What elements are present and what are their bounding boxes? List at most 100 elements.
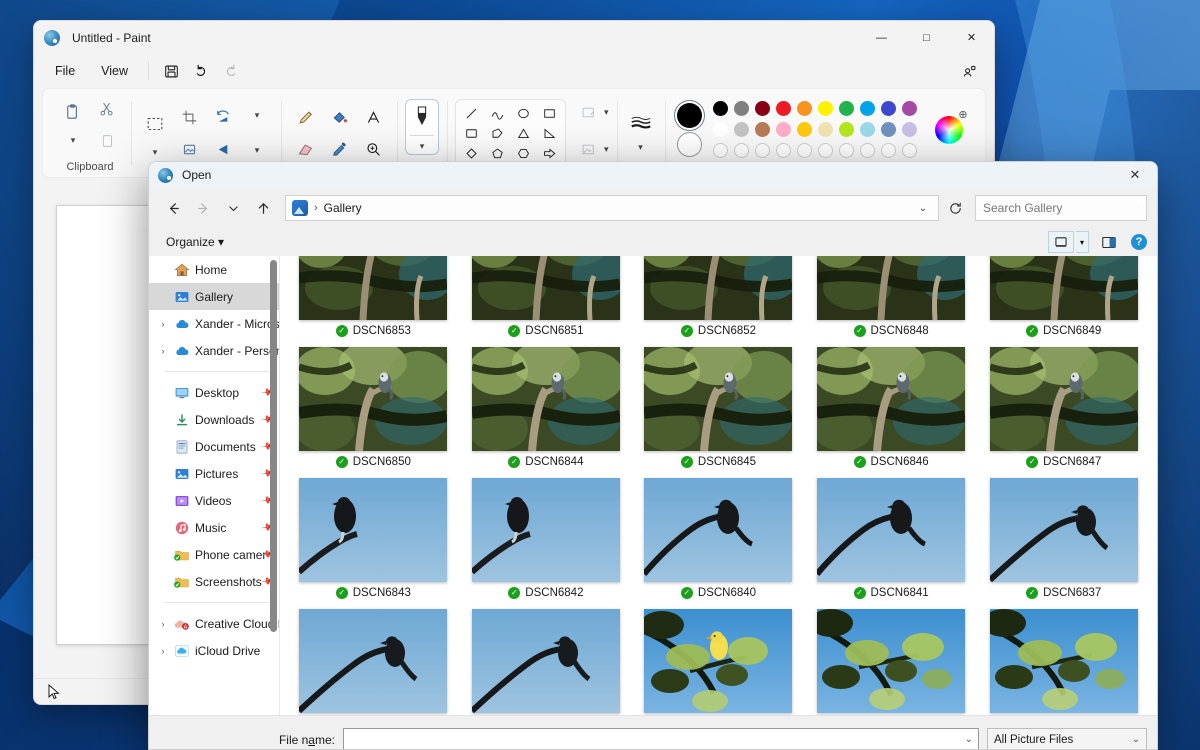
file-thumbnail[interactable]: [644, 478, 793, 582]
view-layout-icon[interactable]: [1047, 231, 1074, 253]
file-thumbnail[interactable]: [989, 609, 1138, 713]
address-chevron-down-icon[interactable]: ⌄: [914, 203, 932, 214]
forward-button[interactable]: [189, 195, 217, 221]
maximize-button[interactable]: □: [904, 21, 949, 54]
file-item[interactable]: ✓ DSCN6841: [808, 474, 975, 605]
filename-chevron-down-icon[interactable]: ⌄: [965, 734, 973, 745]
sidebar-item-videos[interactable]: ›Videos📌: [149, 487, 279, 514]
file-thumbnail[interactable]: [471, 478, 620, 582]
shape-pentagon[interactable]: [489, 146, 506, 161]
palette-swatch-r2-c8[interactable]: [859, 122, 875, 137]
file-item[interactable]: ✓ DSCN6851: [463, 256, 630, 343]
primary-color-swatch[interactable]: [676, 103, 702, 128]
shape-diamond[interactable]: [463, 146, 480, 161]
file-item[interactable]: ✓ DSCN6846: [808, 343, 975, 474]
fill-bucket-icon[interactable]: [323, 102, 355, 133]
file-item[interactable]: ✓ DSCN6852: [635, 256, 802, 343]
palette-swatch-r1-c2[interactable]: [733, 101, 749, 116]
search-magnifier-icon[interactable]: [1138, 201, 1139, 215]
palette-swatch-r3-c5[interactable]: [796, 143, 812, 158]
file-thumbnail[interactable]: [817, 609, 966, 713]
file-item[interactable]: ✓ DSCN6847: [980, 343, 1147, 474]
fill-style-dropdown[interactable]: ▾: [604, 144, 609, 155]
file-thumbnail[interactable]: [644, 609, 793, 713]
file-item[interactable]: ✓ DSCN6853: [290, 256, 457, 343]
palette-swatch-r3-c7[interactable]: [838, 143, 854, 158]
address-bar[interactable]: › Gallery ⌄: [285, 195, 939, 221]
file-thumbnail[interactable]: [471, 609, 620, 713]
palette-swatch-r2-c7[interactable]: [838, 122, 854, 137]
sidebar-item-icloud-drive[interactable]: › iCloud Drive: [149, 637, 279, 664]
breadcrumb-gallery[interactable]: Gallery: [324, 201, 362, 215]
palette-swatch-r1-c6[interactable]: [817, 101, 833, 116]
shape-line[interactable]: [463, 106, 480, 121]
file-item[interactable]: ✓DSCN6838: [290, 605, 457, 715]
sidebar-item-screenshots[interactable]: ›Screenshots📌: [149, 568, 279, 595]
palette-swatch-r3-c10[interactable]: [901, 143, 917, 158]
palette-swatch-r1-c3[interactable]: [754, 101, 770, 116]
file-thumbnail[interactable]: [817, 478, 966, 582]
file-thumbnail[interactable]: [299, 256, 448, 320]
palette-swatch-r2-c1[interactable]: [712, 122, 728, 137]
copy-icon[interactable]: [91, 125, 123, 156]
filename-input-wrap[interactable]: ⌄: [343, 728, 979, 749]
file-item[interactable]: ✓ DSCN6849: [980, 256, 1147, 343]
search-box[interactable]: [975, 195, 1147, 221]
brushes-icon[interactable]: ▾: [405, 99, 439, 155]
palette-swatch-r3-c6[interactable]: [817, 143, 833, 158]
undo-arrow-icon[interactable]: [186, 58, 216, 84]
sidebar-scrollbar-thumb[interactable]: [270, 260, 277, 632]
close-button[interactable]: ✕: [949, 21, 994, 54]
sidebar-item-creative-cloud-f[interactable]: › A Creative Cloud F: [149, 610, 280, 637]
paste-icon[interactable]: [57, 93, 89, 131]
menu-view[interactable]: View: [88, 59, 141, 83]
dialog-close-button[interactable]: ✕: [1113, 162, 1157, 188]
sidebar-item-phone-camer[interactable]: ›Phone camer📌: [149, 541, 279, 568]
paste-dropdown[interactable]: ▾: [57, 132, 89, 149]
file-thumbnail[interactable]: [644, 347, 793, 451]
shape-triangle[interactable]: [515, 126, 532, 141]
pencil-icon[interactable]: [289, 102, 321, 133]
file-item[interactable]: ✓DSCN6833: [808, 605, 975, 715]
shape-polygon[interactable]: [489, 126, 506, 141]
back-button[interactable]: [159, 195, 187, 221]
file-thumbnail[interactable]: [299, 347, 448, 451]
rotate-dropdown[interactable]: ▾: [241, 100, 273, 131]
file-item[interactable]: ✓ DSCN6842: [463, 474, 630, 605]
file-item[interactable]: ✓ DSCN6843: [290, 474, 457, 605]
size-dropdown[interactable]: ▾: [638, 142, 643, 153]
shape-rectangle[interactable]: [541, 106, 558, 121]
file-thumbnail[interactable]: [299, 478, 448, 582]
palette-swatch-r2-c4[interactable]: [775, 122, 791, 137]
shape-right-triangle[interactable]: [541, 126, 558, 141]
palette-swatch-r1-c5[interactable]: [796, 101, 812, 116]
sidebar-item-documents[interactable]: ›Documents📌: [149, 433, 279, 460]
outline-icon[interactable]: [572, 97, 604, 128]
palette-swatch-r3-c3[interactable]: [754, 143, 770, 158]
crop-icon[interactable]: [173, 102, 205, 133]
cut-scissors-icon[interactable]: [91, 93, 123, 124]
sidebar-item-pictures[interactable]: ›Pictures📌: [149, 460, 279, 487]
palette-swatch-r1-c9[interactable]: [880, 101, 896, 116]
rotate-icon[interactable]: [207, 102, 239, 133]
file-thumbnail[interactable]: [299, 609, 448, 713]
save-floppy-icon[interactable]: [156, 58, 186, 84]
file-item[interactable]: ✓ DSCN6840: [635, 474, 802, 605]
select-rectangle-icon[interactable]: [139, 105, 171, 143]
chevron-right-icon[interactable]: ›: [157, 319, 169, 329]
recent-locations-button[interactable]: [219, 195, 247, 221]
palette-swatch-r3-c1[interactable]: [712, 143, 728, 158]
copilot-people-icon[interactable]: [954, 58, 984, 84]
file-type-filter[interactable]: All Picture Files ⌄: [987, 728, 1147, 749]
palette-swatch-r3-c9[interactable]: [880, 143, 896, 158]
brushes-dropdown[interactable]: ▾: [420, 141, 425, 152]
chevron-right-icon[interactable]: ›: [157, 646, 169, 656]
file-item[interactable]: ✓DSCN6839: [463, 605, 630, 715]
file-thumbnail[interactable]: [989, 256, 1138, 320]
chevron-right-icon[interactable]: ›: [157, 619, 169, 629]
select-dropdown[interactable]: ▾: [139, 144, 171, 161]
outline-dropdown[interactable]: ▾: [604, 107, 609, 118]
file-item[interactable]: ✓DSCN6832: [635, 605, 802, 715]
redo-arrow-icon[interactable]: [216, 58, 246, 84]
file-item[interactable]: ✓ DSCN6848: [808, 256, 975, 343]
